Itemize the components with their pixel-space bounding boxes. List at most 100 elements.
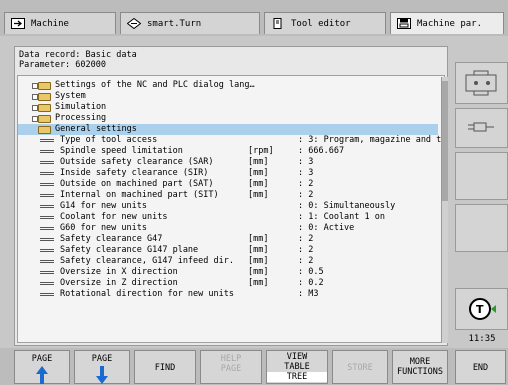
param-icon [40,227,54,230]
svg-text:T: T [476,303,484,316]
vertical-scroll-thumb[interactable] [442,81,448,201]
machine-par-tab-icon [397,18,411,29]
parameter-label: Parameter: 602000 [19,60,106,70]
param-row[interactable]: Oversize in Z direction [mm] : 0.2 [18,278,438,289]
tree-folder[interactable]: System [18,91,438,102]
tree-folder[interactable]: Simulation [18,102,438,113]
folder-label: Settings of the NC and PLC dialog lang… [55,80,255,90]
param-row[interactable]: Outside safety clearance (SAR) [mm] : 3 [18,157,438,168]
param-icon [40,216,54,219]
folder-label: General settings [55,124,137,134]
param-row[interactable]: Safety clearance G147 plane [mm] : 2 [18,245,438,256]
param-row[interactable]: Oversize in X direction [mm] : 0.5 [18,267,438,278]
tab-smart-turn[interactable]: smart.Turn [120,12,260,34]
param-row[interactable]: Inside safety clearance (SIR) [mm] : 3 [18,168,438,179]
param-value: : 2 [298,234,314,244]
end-button[interactable]: END [455,350,506,384]
param-name: Coolant for new units [60,212,168,222]
empty-softkey-2[interactable] [455,204,508,252]
view-label-2: TABLE [284,362,310,372]
page-down-button[interactable]: PAGE [74,350,130,384]
smart-turn-tab-icon [127,18,141,29]
folder-icon [38,115,51,123]
param-value: : 0: Active [298,223,355,233]
tab-machine[interactable]: Machine [4,12,116,34]
param-value: : 0.5 [298,267,324,277]
tree-folder[interactable]: Settings of the NC and PLC dialog lang… [18,80,438,91]
tab-label: Tool editor [291,18,351,29]
param-name: Rotational direction for new units [60,289,234,299]
main-panel: Data record: Basic data Parameter: 60200… [14,46,448,346]
param-value: : 3 [298,157,314,167]
param-row[interactable]: Safety clearance, G147 infeed dir. [mm] … [18,256,438,267]
help-label-2: PAGE [220,364,242,374]
tab-label: Machine par. [417,18,483,29]
find-button[interactable]: FIND [134,350,196,384]
param-unit: [mm] [248,234,269,244]
param-icon [40,183,54,186]
param-unit: [mm] [248,256,269,266]
param-name: Safety clearance G147 plane [60,245,199,255]
tab-machine-par[interactable]: Machine par. [390,12,504,34]
tool-holder-softkey[interactable] [455,108,508,148]
store-label: STORE [347,363,373,373]
find-label: FIND [154,363,176,373]
param-unit: [mm] [248,190,269,200]
param-icon [40,260,54,263]
param-row[interactable]: Type of tool access : 3: Program, magazi… [18,135,444,146]
param-row[interactable]: Internal on machined part (SIT) [mm] : 2 [18,190,438,201]
page-down-label: PAGE [91,354,113,364]
param-unit: [mm] [248,278,269,288]
param-value: : 2 [298,256,314,266]
param-row[interactable]: G60 for new units : 0: Active [18,223,438,234]
param-name: G60 for new units [60,223,147,233]
param-icon [40,293,54,296]
param-row[interactable]: Rotational direction for new units : M3 [18,289,438,300]
param-value: : 0.2 [298,278,324,288]
param-icon [40,161,54,164]
param-value: : M3 [298,289,319,299]
more-functions-button[interactable]: MORE FUNCTIONS [392,350,448,384]
param-icon [40,139,54,142]
param-name: Oversize in Z direction [60,278,178,288]
param-value: : 2 [298,179,314,189]
param-name: Oversize in X direction [60,267,178,277]
param-icon [40,150,54,153]
param-value: : 666.667 [298,146,345,156]
folder-label: System [55,91,86,101]
param-icon [40,205,54,208]
param-name: G14 for new units [60,201,147,211]
param-unit: [mm] [248,245,269,255]
help-page-button[interactable]: HELP PAGE [200,350,262,384]
param-unit: [mm] [248,179,269,189]
param-row[interactable]: Spindle speed limitation [rpm] : 666.667 [18,146,438,157]
param-name: Type of tool access [60,135,158,145]
view-table-tree-button[interactable]: VIEW TABLE TREE [266,350,328,384]
mode-tab-bar: Machine smart.Turn Tool editor Machine p… [0,0,508,36]
empty-softkey-1[interactable] [455,152,508,200]
page-up-button[interactable]: PAGE [14,350,70,384]
tree-folder[interactable]: Processing [18,113,438,124]
param-row[interactable]: Coolant for new units : 1: Coolant 1 on [18,212,438,223]
tree-folder-selected[interactable]: General settings [18,124,438,135]
param-name: Inside safety clearance (SIR) [60,168,209,178]
param-icon [40,194,54,197]
param-row[interactable]: G14 for new units : 0: Simultaneously [18,201,438,212]
tool-editor-tab-icon [273,18,282,29]
machine-view-softkey[interactable] [455,62,508,104]
tool-softkey[interactable]: T [455,288,508,330]
more-label-2: FUNCTIONS [396,367,444,377]
machine-schematic-icon [465,70,497,96]
param-value: : 3: Program, magazine and tool [298,135,445,145]
tab-tool-editor[interactable]: Tool editor [264,12,386,34]
param-row[interactable]: Outside on machined part (SAT) [mm] : 2 [18,179,438,190]
open-folder-icon [38,126,51,134]
param-row[interactable]: Safety clearance G47 [mm] : 2 [18,234,438,245]
folder-label: Simulation [55,102,107,112]
vertical-scrollbar[interactable] [441,77,448,343]
store-button[interactable]: STORE [332,350,388,384]
param-value: : 3 [298,168,314,178]
view-label-3: TREE [267,372,327,382]
param-unit: [mm] [248,157,269,167]
param-name: Outside safety clearance (SAR) [60,157,214,167]
